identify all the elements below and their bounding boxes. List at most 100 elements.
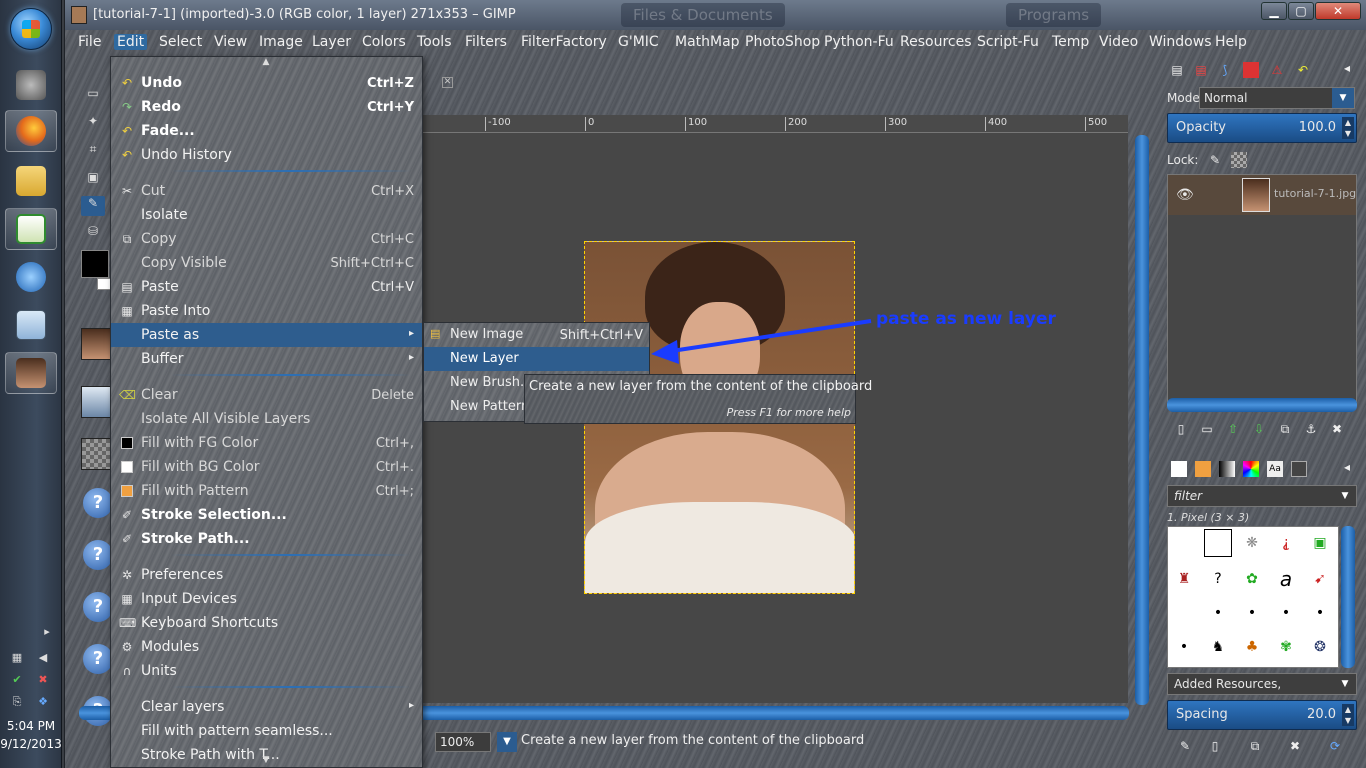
menu-isolate-all-visible[interactable]: Isolate All Visible Layers	[111, 407, 422, 431]
menu-input-devices[interactable]: ▦ Input Devices	[111, 587, 422, 611]
menu-python-fu[interactable]: Python-Fu	[821, 34, 897, 50]
taskbar-gimp-app[interactable]	[5, 64, 57, 106]
brush-cell[interactable]: ♜	[1170, 565, 1198, 593]
help-question-icon[interactable]: ?	[83, 540, 113, 570]
device-icon[interactable]: ⎘	[10, 696, 24, 708]
zoom-field[interactable]: 100%	[435, 732, 491, 752]
brush-cell[interactable]: •	[1306, 599, 1334, 627]
palettes-tab-icon[interactable]	[1243, 461, 1259, 477]
layers-list[interactable]: 👁 tutorial-7-1.jpg	[1167, 174, 1357, 402]
opacity-spinner[interactable]: Opacity 100.0 ▲ ▼	[1167, 113, 1357, 143]
resource-tag-select[interactable]: Added Resources, ▼	[1167, 673, 1357, 695]
refresh-icon[interactable]: ⟳	[1327, 738, 1343, 754]
menu-undo[interactable]: ↶ Undo Ctrl+Z	[111, 71, 422, 95]
menu-select[interactable]: Select	[156, 34, 205, 50]
brush-cell[interactable]: ❂	[1306, 633, 1334, 661]
layers-tab-icon[interactable]: ▤	[1169, 62, 1185, 78]
new-layer-icon[interactable]: ▯	[1173, 421, 1189, 437]
help-question-icon[interactable]: ?	[83, 644, 113, 674]
delete-brush-icon[interactable]: ✖	[1287, 738, 1303, 754]
delete-layer-icon[interactable]: ✖	[1329, 421, 1345, 437]
menu-fill-pattern-seamless[interactable]: Fill with pattern seamless...	[111, 719, 422, 743]
brush-cell[interactable]: ♞	[1204, 633, 1232, 661]
taskbar-explorer-app[interactable]	[5, 160, 57, 202]
mode-select[interactable]: Normal ▼	[1199, 87, 1355, 109]
menu-fill-bg[interactable]: Fill with BG Color Ctrl+.	[111, 455, 422, 479]
lock-pixels-icon[interactable]: ✎	[1207, 152, 1223, 168]
menu-resources[interactable]: Resources	[897, 34, 975, 50]
menu-windows[interactable]: Windows	[1146, 34, 1215, 50]
new-layer-group-icon[interactable]: ▭	[1199, 421, 1215, 437]
background-color-swatch[interactable]	[97, 278, 111, 290]
menu-video[interactable]: Video	[1096, 34, 1141, 50]
spin-arrows-icon[interactable]: ▲ ▼	[1342, 117, 1354, 139]
close-button[interactable]: ✕	[1315, 2, 1361, 20]
menu-modules[interactable]: ⚙ Modules	[111, 635, 422, 659]
spacing-spinner[interactable]: Spacing 20.0 ▲ ▼	[1167, 700, 1357, 730]
menu-paste-into[interactable]: ▦ Paste Into	[111, 299, 422, 323]
bucket-tool-icon[interactable]: ⛁	[81, 224, 105, 244]
menu-isolate[interactable]: Isolate	[111, 203, 422, 227]
flag-icon[interactable]: ✖	[36, 674, 50, 686]
menu-mathmap[interactable]: MathMap	[672, 34, 743, 50]
brush-cell[interactable]: ⸘	[1272, 529, 1300, 557]
taskbar-thunderbird-app[interactable]	[5, 256, 57, 298]
help-question-icon[interactable]: ?	[83, 592, 113, 622]
dock-menu-icon[interactable]: ◂	[1339, 459, 1355, 475]
submenu-new-layer[interactable]: New Layer	[424, 347, 649, 371]
paintbrush-tool-icon[interactable]: ✎	[81, 196, 105, 216]
layer-name[interactable]: tutorial-7-1.jpg	[1274, 187, 1356, 200]
menu-gmic[interactable]: G'MIC	[615, 34, 662, 50]
duplicate-brush-icon[interactable]: ⧉	[1247, 738, 1263, 754]
layer-row[interactable]: 👁 tutorial-7-1.jpg	[1168, 175, 1356, 215]
help-question-icon[interactable]: ?	[83, 488, 113, 518]
visibility-eye-icon[interactable]: 👁	[1176, 187, 1194, 203]
fuzzy-select-tool-icon[interactable]: ✦	[81, 114, 105, 134]
clock-time[interactable]: 5:04 PM	[0, 719, 62, 733]
menu-view[interactable]: View	[211, 34, 250, 50]
brush-cell[interactable]: ▣	[1306, 529, 1334, 557]
taskbar-firefox-app[interactable]	[5, 110, 57, 152]
scroll-up-icon[interactable]: ▲	[261, 57, 271, 67]
edit-brush-icon[interactable]: ✎	[1177, 738, 1193, 754]
dropbox-icon[interactable]: ❖	[36, 696, 50, 708]
anchor-layer-icon[interactable]: ⚓	[1303, 421, 1319, 437]
transform-tool-icon[interactable]: ▣	[81, 170, 105, 190]
spin-arrows-icon[interactable]: ▲ ▼	[1342, 704, 1354, 726]
taskbar-window-app[interactable]	[5, 304, 57, 346]
minimize-button[interactable]: ▁	[1261, 2, 1287, 20]
brush-cell[interactable]: ✾	[1272, 633, 1300, 661]
menu-fade[interactable]: ↶ Fade...	[111, 119, 422, 143]
brush-cell[interactable]: •	[1238, 599, 1266, 627]
brush-scrollbar[interactable]	[1341, 526, 1355, 668]
menu-script-fu[interactable]: Script-Fu	[974, 34, 1042, 50]
scroll-down-icon[interactable]: ▼	[261, 755, 271, 765]
duplicate-layer-icon[interactable]: ⧉	[1277, 421, 1293, 437]
menu-filterfactory[interactable]: FilterFactory	[518, 34, 610, 50]
menu-copy[interactable]: ⧉ Copy Ctrl+C	[111, 227, 422, 251]
tool-presets-tab-icon[interactable]	[1291, 461, 1307, 477]
menu-redo[interactable]: ↷ Redo Ctrl+Y	[111, 95, 422, 119]
chevron-down-icon[interactable]: ▼	[497, 732, 517, 752]
crop-tool-icon[interactable]: ⌗	[81, 142, 105, 162]
brush-cell[interactable]: a	[1272, 565, 1300, 593]
lower-layer-icon[interactable]: ⇩	[1251, 421, 1267, 437]
menu-stroke-selection[interactable]: ✐ Stroke Selection...	[111, 503, 422, 527]
menu-filters[interactable]: Filters	[462, 34, 510, 50]
foreground-color-swatch[interactable]	[81, 250, 109, 278]
menu-help[interactable]: Help	[1212, 34, 1250, 50]
rect-select-tool-icon[interactable]: ▭	[81, 86, 105, 106]
brush-cell[interactable]: ➹	[1306, 565, 1334, 593]
menu-undo-history[interactable]: ↶ Undo History	[111, 143, 422, 167]
vertical-scrollbar[interactable]	[1135, 135, 1149, 705]
brush-cell[interactable]: ?	[1204, 565, 1232, 593]
gradients-tab-icon[interactable]	[1219, 461, 1235, 477]
start-orb-icon[interactable]	[10, 8, 52, 50]
layers-scrollbar[interactable]	[1167, 398, 1357, 412]
menu-layer[interactable]: Layer	[309, 34, 354, 50]
brush-grid[interactable]: ❋ ⸘ ▣ ♜ ? ✿ a ➹ • • • • • ♞ ♣ ✾ ❂	[1167, 526, 1339, 668]
raise-layer-icon[interactable]: ⇧	[1225, 421, 1241, 437]
paths-tab-icon[interactable]: ⟆	[1217, 62, 1233, 78]
brush-cell[interactable]	[1204, 529, 1232, 557]
menu-file[interactable]: File	[75, 34, 104, 50]
